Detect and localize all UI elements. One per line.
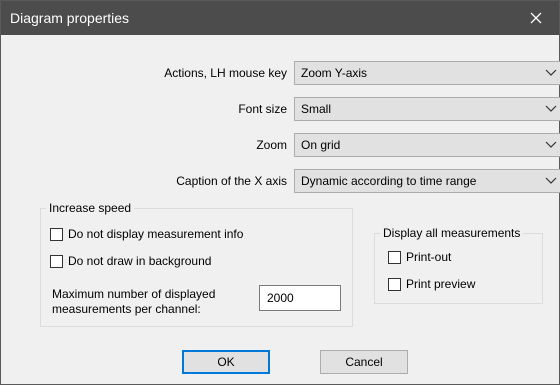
checkbox-print-preview[interactable] (388, 278, 401, 291)
display-all-measurements-group: Display all measurements (374, 226, 543, 304)
select-zoom[interactable]: On grid (294, 133, 560, 157)
label-zoom: Zoom (256, 138, 287, 152)
select-font-size[interactable]: Small (294, 97, 560, 121)
display-all-measurements-legend: Display all measurements (383, 226, 521, 240)
max-measurements-input[interactable]: 2000 (259, 285, 341, 311)
label-actions-lh-mouse-key: Actions, LH mouse key (164, 66, 287, 80)
close-icon (530, 12, 542, 24)
checkbox-do-not-display-measurement-info[interactable] (50, 228, 63, 241)
checkbox-print-out[interactable] (388, 251, 401, 264)
select-value: Small (301, 102, 332, 116)
cancel-button[interactable]: Cancel (320, 350, 408, 374)
chevron-down-icon (545, 141, 557, 148)
max-measurements-value: 2000 (267, 291, 294, 305)
select-value: On grid (301, 138, 341, 152)
title-bar[interactable]: Diagram properties (1, 1, 559, 35)
checkbox-label-do-not-draw-in-background[interactable]: Do not draw in background (68, 254, 211, 268)
close-button[interactable] (513, 1, 559, 35)
chevron-down-icon (545, 105, 557, 112)
increase-speed-legend: Increase speed (49, 201, 132, 215)
max-measurements-label-line2: measurements per channel: (52, 302, 201, 316)
checkbox-do-not-draw-in-background[interactable] (50, 255, 63, 268)
max-measurements-label-line1: Maximum number of displayed (52, 287, 216, 301)
checkbox-label-do-not-display-measurement-info[interactable]: Do not display measurement info (68, 227, 243, 241)
select-caption-x-axis[interactable]: Dynamic according to time range (294, 169, 560, 193)
checkbox-label-print-preview[interactable]: Print preview (406, 277, 475, 291)
select-value: Zoom Y-axis (301, 66, 368, 80)
chevron-down-icon (545, 69, 557, 76)
select-actions-lh-mouse-key[interactable]: Zoom Y-axis (294, 61, 560, 85)
label-caption-x-axis: Caption of the X axis (176, 174, 287, 188)
chevron-down-icon (545, 177, 557, 184)
dialog-window: Diagram properties Actions, LH mouse key… (0, 0, 560, 385)
label-font-size: Font size (238, 102, 287, 116)
ok-button[interactable]: OK (182, 350, 270, 374)
window-title: Diagram properties (10, 10, 130, 26)
checkbox-label-print-out[interactable]: Print-out (406, 250, 451, 264)
select-value: Dynamic according to time range (301, 174, 477, 188)
